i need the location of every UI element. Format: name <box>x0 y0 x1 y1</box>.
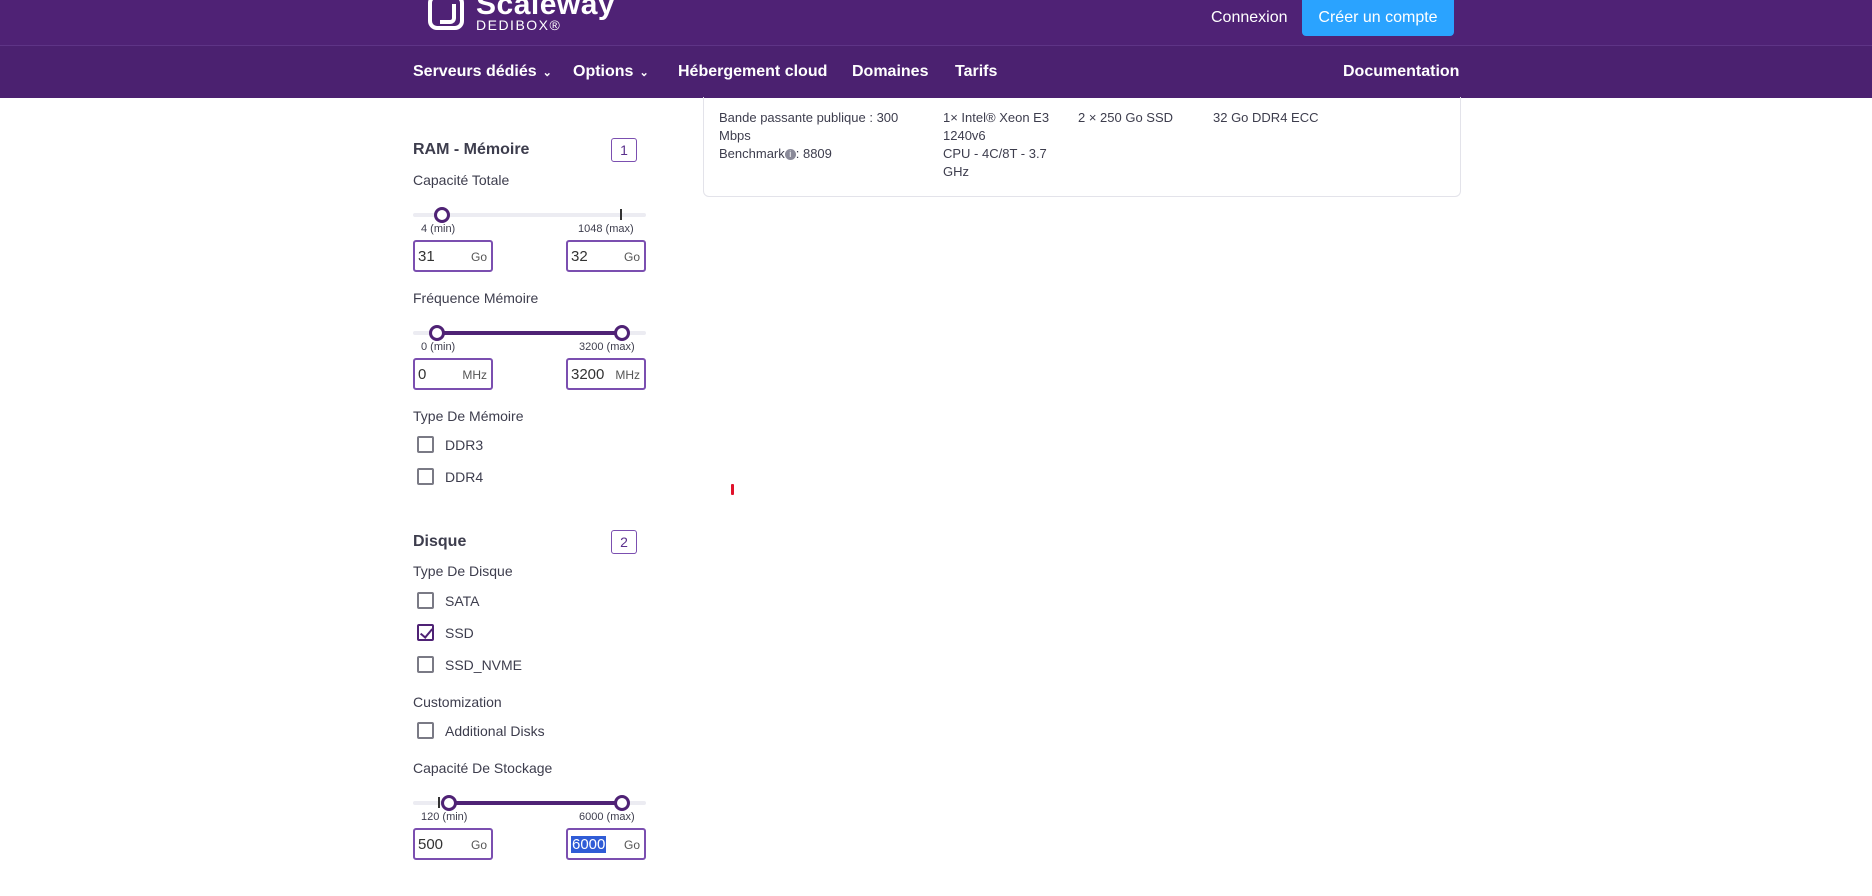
storage-min-input[interactable]: 500 Go <box>413 828 493 860</box>
ram-capacity-min-label: 4 (min) <box>421 223 456 235</box>
ssd-nvme-checkbox[interactable] <box>417 656 434 673</box>
top-bar: Scaleway DEDIBOX® Connexion Créer un com… <box>0 0 1872 45</box>
sata-label[interactable]: SATA <box>445 593 480 609</box>
disk-filter-title: Disque <box>413 533 467 550</box>
nav-options[interactable]: Options ⌄ <box>573 63 649 81</box>
ssd-label[interactable]: SSD <box>445 625 474 641</box>
ddr3-label[interactable]: DDR3 <box>445 437 483 453</box>
ram-frequency-max-thumb[interactable] <box>614 325 630 341</box>
loading-indicator <box>731 484 734 495</box>
storage-min-label: 120 (min) <box>421 811 468 823</box>
ram-capacity-max-input[interactable]: 32 Go <box>566 240 646 272</box>
disk-filter-badge: 2 <box>611 530 637 554</box>
additional-disks-label[interactable]: Additional Disks <box>445 723 545 739</box>
storage-capacity-label: Capacité De Stockage <box>413 760 553 776</box>
storage-min-thumb[interactable] <box>441 795 457 811</box>
ssd-checkbox[interactable] <box>417 624 434 641</box>
cpu-cell: 1× Intel® Xeon E3 1240v6 CPU - 4C/8T - 3… <box>943 110 1050 179</box>
ram-capacity-max-label: 1048 (max) <box>578 223 634 235</box>
ram-frequency-min-label: 0 (min) <box>421 341 456 353</box>
nav-domains[interactable]: Domaines <box>852 63 928 81</box>
logo-subtitle: DEDIBOX® <box>476 17 562 33</box>
disk-type-label: Type De Disque <box>413 563 513 579</box>
nav-pricing[interactable]: Tarifs <box>955 63 997 81</box>
benchmark-value: : 8809 <box>795 146 832 161</box>
sata-checkbox[interactable] <box>417 592 434 609</box>
login-link[interactable]: Connexion <box>1211 9 1288 27</box>
ram-frequency-max-input[interactable]: 3200 MHz <box>566 358 646 390</box>
nav-documentation[interactable]: Documentation <box>1343 63 1459 81</box>
ddr4-checkbox[interactable] <box>417 468 434 485</box>
additional-disks-checkbox[interactable] <box>417 722 434 739</box>
ram-cell: 32 Go DDR4 ECC <box>1213 110 1319 125</box>
chevron-down-icon: ⌄ <box>542 66 552 79</box>
server-result-card[interactable]: Bande passante publique : 300 Mbps Bench… <box>703 97 1461 197</box>
ram-type-label: Type De Mémoire <box>413 408 524 424</box>
customization-label: Customization <box>413 694 502 710</box>
storage-max-input[interactable]: 6000 Go <box>566 828 646 860</box>
main-nav: Serveurs dédiés ⌄ Options ⌄ Hébergement … <box>0 45 1872 98</box>
nav-dedicated-servers[interactable]: Serveurs dédiés ⌄ <box>413 63 552 81</box>
ddr3-checkbox[interactable] <box>417 436 434 453</box>
bandwidth-cell: Bande passante publique : 300 Mbps Bench… <box>719 110 899 161</box>
ram-frequency-max-label: 3200 (max) <box>579 341 635 353</box>
storage-max-label: 6000 (max) <box>579 811 635 823</box>
nav-cloud-hosting[interactable]: Hébergement cloud <box>678 63 827 81</box>
info-icon[interactable]: i <box>784 149 796 161</box>
ram-frequency-label: Fréquence Mémoire <box>413 290 539 306</box>
ram-filter-title: RAM - Mémoire <box>413 141 530 158</box>
ddr4-label[interactable]: DDR4 <box>445 469 483 485</box>
ram-frequency-min-thumb[interactable] <box>429 325 445 341</box>
nav-label: Serveurs dédiés <box>413 63 537 80</box>
storage-max-thumb[interactable] <box>614 795 630 811</box>
signup-button[interactable]: Créer un compte <box>1302 0 1454 36</box>
disk-cell: 2 × 250 Go SSD <box>1078 110 1174 125</box>
ram-capacity-min-input[interactable]: 31 Go <box>413 240 493 272</box>
ram-filter-badge: 1 <box>611 138 637 162</box>
scaleway-logo-icon <box>428 0 464 30</box>
ram-capacity-min-thumb[interactable] <box>434 207 450 223</box>
chevron-down-icon: ⌄ <box>639 66 649 79</box>
ram-capacity-label: Capacité Totale <box>413 172 510 188</box>
nav-label: Options <box>573 63 634 80</box>
ram-capacity-max-thumb[interactable] <box>620 209 622 220</box>
benchmark-label: Benchmark <box>719 146 785 161</box>
ram-frequency-min-input[interactable]: 0 MHz <box>413 358 493 390</box>
ssd-nvme-label[interactable]: SSD_NVME <box>445 657 522 673</box>
scaleway-logo[interactable]: Scaleway DEDIBOX® <box>428 0 615 38</box>
